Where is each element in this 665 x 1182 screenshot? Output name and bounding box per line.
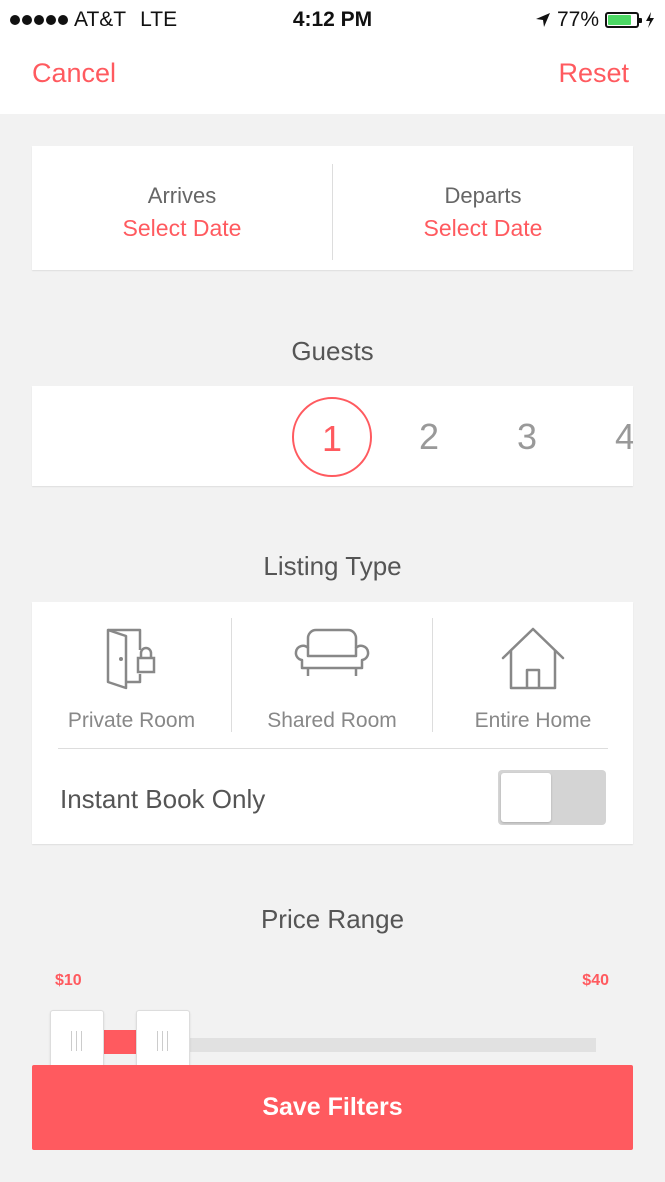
listing-type-title: Listing Type bbox=[263, 551, 402, 581]
reset-button[interactable]: Reset bbox=[558, 58, 629, 89]
departs-value: Select Date bbox=[423, 215, 543, 241]
instant-book-toggle[interactable] bbox=[498, 770, 606, 825]
listing-option-shared-room[interactable]: Shared Room bbox=[232, 602, 432, 748]
private-room-label: Private Room bbox=[67, 709, 196, 732]
instant-book-label: Instant Book Only bbox=[60, 784, 266, 814]
charging-bolt-icon bbox=[646, 12, 654, 28]
grip-icon bbox=[157, 1031, 171, 1051]
door-lock-icon bbox=[106, 628, 155, 690]
price-min-handle[interactable] bbox=[50, 1010, 104, 1070]
battery-icon bbox=[605, 12, 642, 28]
entire-home-label: Entire Home bbox=[474, 709, 592, 732]
house-icon bbox=[501, 627, 565, 690]
arrives-date-picker[interactable]: Arrives Select Date bbox=[32, 146, 332, 270]
price-min-label: $10 bbox=[55, 972, 82, 989]
guest-option-3[interactable]: 3 bbox=[487, 397, 567, 477]
guests-picker[interactable]: 1 2 3 4 bbox=[32, 386, 633, 486]
dates-card: Arrives Select Date Departs Select Date bbox=[32, 146, 633, 270]
listing-option-entire-home[interactable]: Entire Home bbox=[433, 602, 633, 748]
toggle-knob bbox=[501, 773, 551, 822]
arrives-value: Select Date bbox=[122, 215, 242, 241]
cancel-button[interactable]: Cancel bbox=[32, 58, 116, 89]
save-filters-button[interactable]: Save Filters bbox=[32, 1065, 633, 1150]
status-bar: AT&T LTE 4:12 PM 77% bbox=[0, 0, 665, 38]
listing-option-private-room[interactable]: Private Room bbox=[32, 602, 231, 748]
departs-label: Departs bbox=[444, 183, 522, 208]
price-max-handle[interactable] bbox=[136, 1010, 190, 1070]
listing-type-card: Private Room Shared Room Entire Home Ins… bbox=[32, 602, 633, 844]
navigation-bar: Cancel Reset bbox=[0, 38, 665, 114]
location-arrow-icon bbox=[535, 13, 550, 27]
price-range-title: Price Range bbox=[260, 904, 405, 934]
guest-option-2[interactable]: 2 bbox=[389, 397, 469, 477]
guest-option-1[interactable]: 1 bbox=[292, 397, 372, 477]
battery-percent: 77% bbox=[556, 8, 599, 31]
grip-icon bbox=[71, 1031, 85, 1051]
price-max-label: $40 bbox=[582, 972, 609, 989]
guest-option-4[interactable]: 4 bbox=[585, 397, 633, 477]
guests-title: Guests bbox=[291, 336, 374, 366]
listing-separator bbox=[58, 748, 608, 749]
status-right: 77% bbox=[535, 8, 655, 32]
arrives-label: Arrives bbox=[147, 183, 217, 208]
shared-room-label: Shared Room bbox=[267, 709, 397, 732]
sofa-icon bbox=[294, 628, 370, 676]
departs-date-picker[interactable]: Departs Select Date bbox=[333, 146, 633, 270]
